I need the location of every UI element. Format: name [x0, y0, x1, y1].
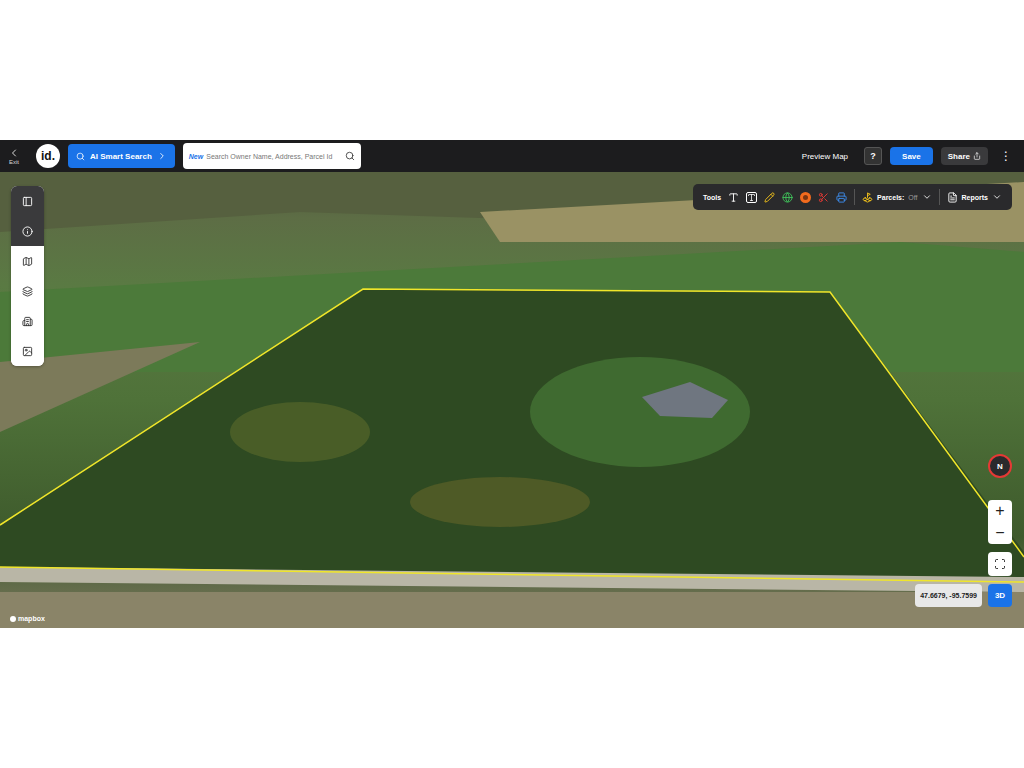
fit-icon [994, 558, 1006, 570]
coordinates: 47.6679, -95.7599 [915, 584, 982, 607]
panel-icon [22, 196, 33, 207]
printer-icon [836, 192, 847, 203]
top-bar: Exit id. AI Smart Search NewSearch Owner Na… [0, 140, 1024, 172]
sidebar-item[interactable] [11, 276, 44, 306]
sidebar-item[interactable] [11, 306, 44, 336]
tools-panel: Tools Parcels:Off Reports [693, 184, 1012, 210]
new-badge: New [189, 153, 203, 160]
exit-button[interactable]: Exit [6, 147, 22, 165]
ai-search-button[interactable]: AI Smart Search [68, 144, 175, 168]
sidebar-item[interactable] [11, 186, 44, 216]
sidebar-item[interactable] [11, 246, 44, 276]
more-button[interactable]: ⋮ [996, 149, 1016, 163]
divider [854, 189, 855, 205]
layers-icon [22, 286, 33, 297]
chevron-down-icon [992, 192, 1002, 202]
fit-button[interactable] [988, 552, 1012, 576]
cut-tool[interactable] [818, 192, 829, 203]
parcels-dropdown[interactable]: Parcels:Off [862, 192, 931, 203]
reports-dropdown[interactable]: Reports [947, 192, 1002, 203]
map[interactable]: Tools Parcels:Off Reports N +− 47.6679, -95.7… [0, 172, 1024, 628]
image-icon [22, 346, 33, 357]
page: Exit id. AI Smart Search NewSearch Owner Na… [0, 0, 1024, 768]
parcels-state: Off [908, 194, 917, 201]
circle-icon [800, 192, 811, 203]
mapbox-attribution[interactable]: mapbox [10, 615, 45, 622]
3d-button[interactable]: 3D [988, 584, 1012, 607]
help-button[interactable]: ? [864, 147, 882, 165]
globe-icon [782, 192, 793, 203]
bottom-blank [0, 628, 1024, 768]
text-box-icon [746, 192, 757, 203]
search-icon[interactable] [345, 151, 355, 161]
zoom-controls: +− [988, 500, 1012, 544]
compass[interactable]: N [988, 454, 1012, 478]
save-button[interactable]: Save [890, 147, 933, 165]
sidebar-item[interactable] [11, 216, 44, 246]
map-icon [22, 256, 33, 267]
zoom-in-button[interactable]: + [988, 500, 1012, 522]
radius-tool[interactable] [800, 192, 811, 203]
mapbox-logo-icon [10, 616, 16, 622]
share-button[interactable]: Share [941, 147, 988, 165]
text-tool[interactable] [728, 192, 739, 203]
satellite-terrain [0, 172, 1024, 628]
building-icon [22, 316, 33, 327]
logo[interactable]: id. [36, 144, 60, 168]
share-icon [973, 152, 981, 160]
report-icon [947, 192, 958, 203]
chevron-left-icon [8, 147, 20, 159]
zoom-out-button[interactable]: − [988, 522, 1012, 544]
info-icon [22, 226, 33, 237]
coords-row: 47.6679, -95.7599 3D [915, 584, 1012, 607]
divider [939, 189, 940, 205]
top-blank [0, 0, 1024, 140]
tools-label: Tools [703, 194, 721, 201]
chevron-right-icon [157, 151, 167, 161]
chevron-down-icon [922, 192, 932, 202]
sidebar-item[interactable] [11, 336, 44, 366]
map-controls: N +− 47.6679, -95.7599 3D [915, 454, 1012, 607]
parcel-icon [862, 192, 873, 203]
draw-tool[interactable] [764, 192, 775, 203]
text-icon [728, 192, 739, 203]
search-placeholder: Search Owner Name, Address, Parcel Id [206, 153, 342, 160]
search-field[interactable]: NewSearch Owner Name, Address, Parcel Id [183, 143, 361, 169]
preview-map-link[interactable]: Preview Map [802, 152, 848, 161]
globe-tool[interactable] [782, 192, 793, 203]
left-toolbar [11, 186, 44, 366]
exit-label: Exit [9, 159, 19, 165]
search-icon [76, 152, 85, 161]
print-tool[interactable] [836, 192, 847, 203]
scissors-icon [818, 192, 829, 203]
text-box-tool[interactable] [746, 192, 757, 203]
pencil-icon [764, 192, 775, 203]
